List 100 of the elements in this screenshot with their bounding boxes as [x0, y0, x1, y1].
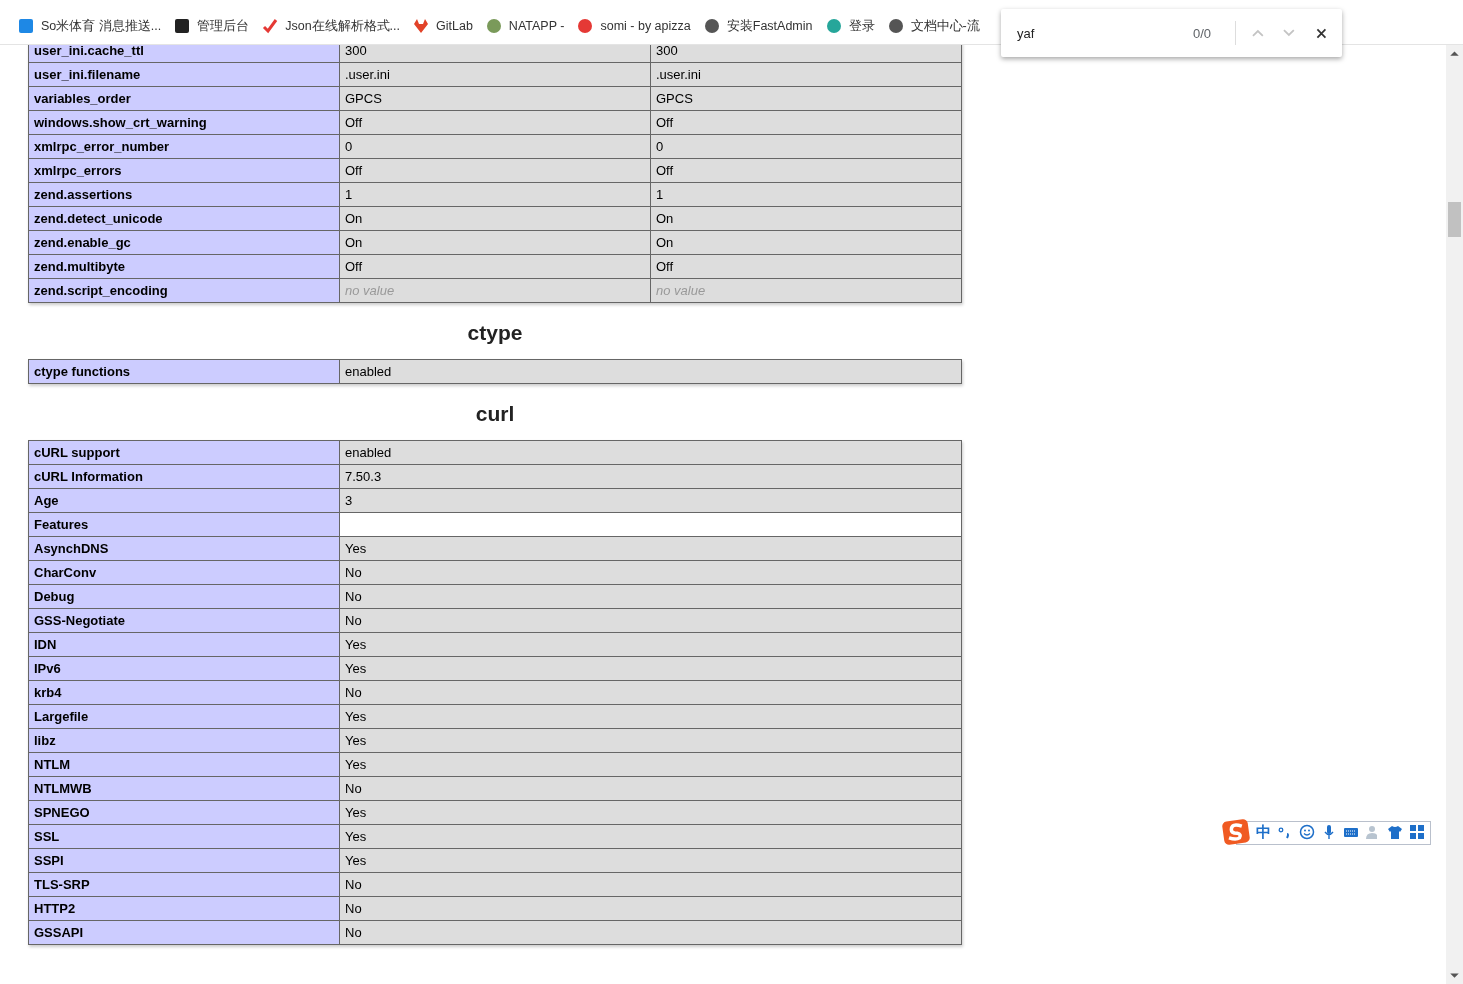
table-cell: ctype functions [28, 359, 340, 384]
table-cell: HTTP2 [28, 896, 340, 921]
ime-logo-icon[interactable] [1222, 818, 1250, 846]
table-cell: Yes [339, 752, 962, 777]
table-cell: No [339, 584, 962, 609]
table-cell: SSL [28, 824, 340, 849]
table-cell: Debug [28, 584, 340, 609]
table-cell: Yes [339, 848, 962, 873]
bookmark[interactable]: 安装FastAdmin [703, 17, 813, 35]
table-cell: No [339, 920, 962, 945]
table-cell: GSS-Negotiate [28, 608, 340, 633]
table-cell: libz [28, 728, 340, 753]
table-cell: GSSAPI [28, 920, 340, 945]
bookmark[interactable]: NATAPP - [485, 18, 565, 34]
table-cell: Off [339, 110, 651, 135]
bookmark[interactable]: 文档中心-流 [887, 17, 980, 35]
table-cell: Yes [339, 656, 962, 681]
table-cell: On [650, 206, 962, 231]
table-cell: Yes [339, 728, 962, 753]
bookmark[interactable]: somi - by apizza [577, 18, 691, 34]
table-cell: 0 [339, 134, 651, 159]
bookmark-icon [413, 18, 429, 34]
input-mode[interactable]: 中 [1256, 822, 1271, 842]
table-cell: zend.enable_gc [28, 230, 340, 255]
table-cell: Off [650, 254, 962, 279]
table-cell: Off [650, 158, 962, 183]
table-cell: No [339, 608, 962, 633]
table-cell: zend.detect_unicode [28, 206, 340, 231]
table-cell: TLS-SRP [28, 872, 340, 897]
table-cell: user_ini.cache_ttl [28, 45, 340, 63]
table-cell: krb4 [28, 680, 340, 705]
table-cell: zend.multibyte [28, 254, 340, 279]
table-cell: No [339, 872, 962, 897]
grid-icon[interactable] [1409, 824, 1425, 840]
table-cell: Yes [339, 800, 962, 825]
scrollbar[interactable] [1446, 45, 1463, 984]
table-cell: .user.ini [339, 62, 651, 87]
bookmark[interactable]: 登录 [825, 17, 875, 35]
smiley-icon[interactable] [1299, 824, 1315, 840]
table-cell: NTLM [28, 752, 340, 777]
bookmark[interactable]: So米体育 消息推送... [18, 17, 162, 35]
table-cell: SPNEGO [28, 800, 340, 825]
bookmark[interactable]: Json在线解析格式... [262, 17, 400, 35]
bookmark-icon [18, 18, 34, 34]
table-cell: Yes [339, 704, 962, 729]
table-cell: 3 [339, 488, 962, 513]
section-heading: curl [474, 402, 516, 426]
shirt-icon[interactable] [1387, 824, 1403, 840]
section-heading: ctype [466, 321, 524, 345]
table-cell: GPCS [650, 86, 962, 111]
table-cell: AsynchDNS [28, 536, 340, 561]
table-cell: Off [339, 254, 651, 279]
bookmark-icon [703, 18, 720, 34]
table-cell: Yes [339, 824, 962, 849]
table-cell: No [339, 560, 962, 585]
bookmark-icon [825, 18, 842, 34]
table-cell: 300 [339, 45, 651, 63]
table-cell: Largefile [28, 704, 340, 729]
bookmark[interactable]: 管理后台 [174, 17, 250, 35]
close-icon[interactable] [1315, 26, 1328, 40]
table-cell: CharConv [28, 560, 340, 585]
table-cell: windows.show_crt_warning [28, 110, 340, 135]
table-cell: IPv6 [28, 656, 340, 681]
table-cell: zend.script_encoding [28, 278, 340, 303]
table-cell: Yes [339, 536, 962, 561]
table-cell: GPCS [339, 86, 651, 111]
table-cell: 1 [339, 182, 651, 207]
table-cell: On [650, 230, 962, 255]
table-cell: 1 [650, 182, 962, 207]
table-cell: user_ini.filename [28, 62, 340, 87]
table-cell: On [339, 230, 651, 255]
table-cell: On [339, 206, 651, 231]
table-cell: xmlrpc_errors [28, 158, 340, 183]
table-cell: No [339, 680, 962, 705]
table-cell: IDN [28, 632, 340, 657]
table-cell: Off [650, 110, 962, 135]
bookmark-icon [485, 18, 502, 34]
bookmark-icon [262, 18, 279, 34]
scrollbar-thumb[interactable] [1448, 202, 1461, 237]
table-cell: .user.ini [650, 62, 962, 87]
table-cell: cURL support [28, 440, 340, 465]
table-cell: zend.assertions [28, 182, 340, 207]
table-cell: 0 [650, 134, 962, 159]
table-cell: No [339, 776, 962, 801]
bookmark-icon [887, 18, 904, 34]
table-cell: 7.50.3 [339, 464, 962, 489]
table-cell: enabled [339, 440, 962, 465]
table-cell: Features [28, 512, 340, 537]
table-cell: no value [650, 278, 962, 303]
bookmark[interactable]: GitLab [413, 18, 473, 34]
bookmark-icon [577, 18, 594, 34]
table-cell: no value [339, 278, 651, 303]
table-cell: Yes [339, 632, 962, 657]
table-cell: enabled [339, 359, 962, 384]
table-cell: No [339, 896, 962, 921]
table-cell: xmlrpc_error_number [28, 134, 340, 159]
table-cell: SSPI [28, 848, 340, 873]
table-cell: NTLMWB [28, 776, 340, 801]
bookmark-icon [174, 18, 191, 34]
table-cell: cURL Information [28, 464, 340, 489]
